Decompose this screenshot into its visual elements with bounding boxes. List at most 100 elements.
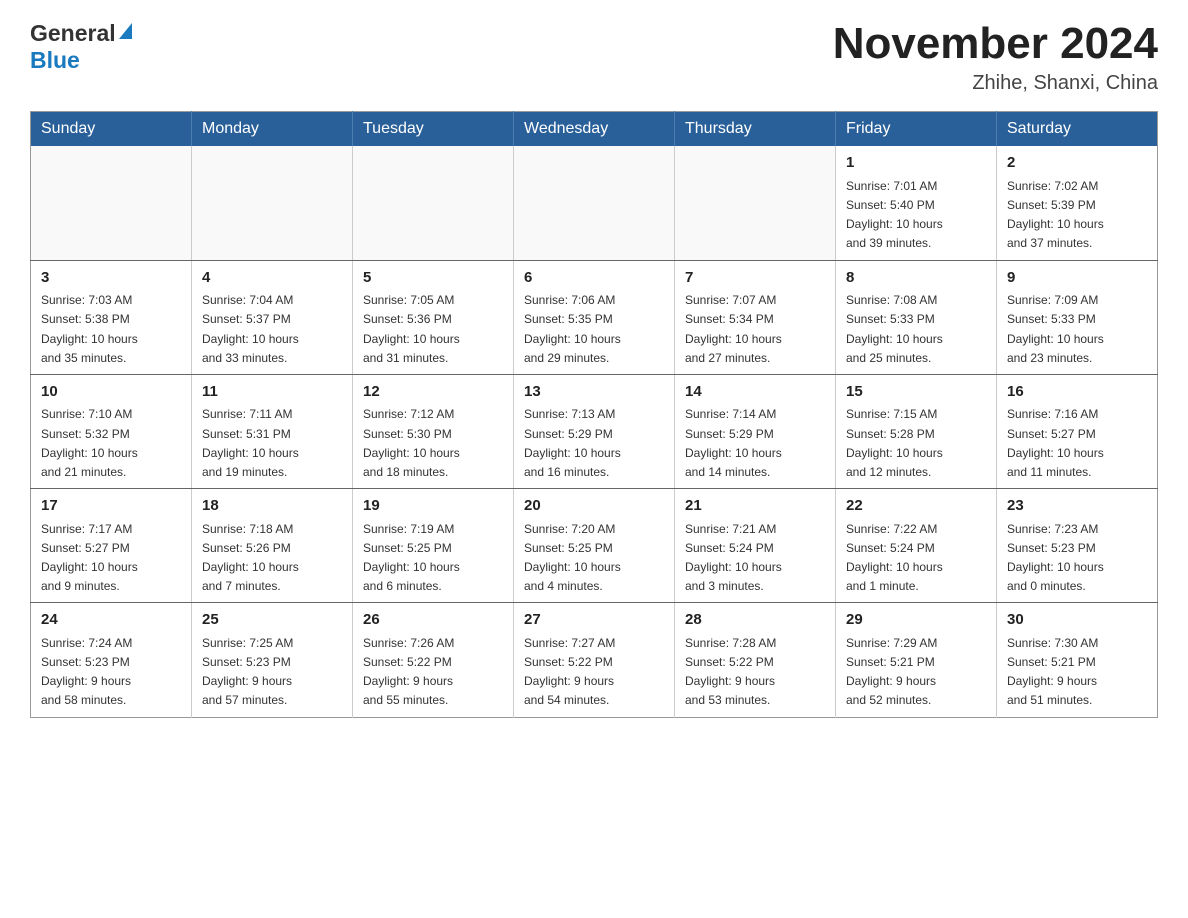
day-info: Sunrise: 7:09 AM Sunset: 5:33 PM Dayligh…: [1007, 291, 1147, 368]
day-number: 4: [202, 267, 342, 290]
day-info: Sunrise: 7:08 AM Sunset: 5:33 PM Dayligh…: [846, 291, 986, 368]
calendar-cell: [31, 146, 192, 260]
logo-blue-text: Blue: [30, 47, 80, 74]
day-number: 5: [363, 267, 503, 290]
day-number: 25: [202, 609, 342, 632]
day-info: Sunrise: 7:26 AM Sunset: 5:22 PM Dayligh…: [363, 634, 503, 711]
calendar-week-row: 10Sunrise: 7:10 AM Sunset: 5:32 PM Dayli…: [31, 374, 1158, 488]
calendar-cell: 27Sunrise: 7:27 AM Sunset: 5:22 PM Dayli…: [514, 603, 675, 717]
calendar-cell: 29Sunrise: 7:29 AM Sunset: 5:21 PM Dayli…: [836, 603, 997, 717]
day-number: 16: [1007, 381, 1147, 404]
logo-line1: General: [30, 20, 132, 47]
calendar-cell: 21Sunrise: 7:21 AM Sunset: 5:24 PM Dayli…: [675, 489, 836, 603]
day-info: Sunrise: 7:11 AM Sunset: 5:31 PM Dayligh…: [202, 405, 342, 482]
calendar-cell: 19Sunrise: 7:19 AM Sunset: 5:25 PM Dayli…: [353, 489, 514, 603]
calendar-cell: 18Sunrise: 7:18 AM Sunset: 5:26 PM Dayli…: [192, 489, 353, 603]
calendar-cell: 24Sunrise: 7:24 AM Sunset: 5:23 PM Dayli…: [31, 603, 192, 717]
calendar-cell: [192, 146, 353, 260]
calendar-cell: 5Sunrise: 7:05 AM Sunset: 5:36 PM Daylig…: [353, 260, 514, 374]
calendar-cell: 17Sunrise: 7:17 AM Sunset: 5:27 PM Dayli…: [31, 489, 192, 603]
calendar-cell: [514, 146, 675, 260]
weekday-header-sunday: Sunday: [31, 112, 192, 147]
calendar-cell: 20Sunrise: 7:20 AM Sunset: 5:25 PM Dayli…: [514, 489, 675, 603]
calendar-cell: 3Sunrise: 7:03 AM Sunset: 5:38 PM Daylig…: [31, 260, 192, 374]
weekday-header-saturday: Saturday: [997, 112, 1158, 147]
calendar-cell: 23Sunrise: 7:23 AM Sunset: 5:23 PM Dayli…: [997, 489, 1158, 603]
weekday-header-thursday: Thursday: [675, 112, 836, 147]
day-info: Sunrise: 7:01 AM Sunset: 5:40 PM Dayligh…: [846, 177, 986, 254]
day-number: 29: [846, 609, 986, 632]
day-number: 28: [685, 609, 825, 632]
day-info: Sunrise: 7:14 AM Sunset: 5:29 PM Dayligh…: [685, 405, 825, 482]
calendar-cell: 25Sunrise: 7:25 AM Sunset: 5:23 PM Dayli…: [192, 603, 353, 717]
calendar-cell: 15Sunrise: 7:15 AM Sunset: 5:28 PM Dayli…: [836, 374, 997, 488]
day-number: 8: [846, 267, 986, 290]
day-info: Sunrise: 7:25 AM Sunset: 5:23 PM Dayligh…: [202, 634, 342, 711]
day-number: 20: [524, 495, 664, 518]
day-number: 23: [1007, 495, 1147, 518]
calendar-cell: 14Sunrise: 7:14 AM Sunset: 5:29 PM Dayli…: [675, 374, 836, 488]
day-info: Sunrise: 7:24 AM Sunset: 5:23 PM Dayligh…: [41, 634, 181, 711]
day-number: 6: [524, 267, 664, 290]
calendar-header-row: SundayMondayTuesdayWednesdayThursdayFrid…: [31, 112, 1158, 147]
calendar-subtitle: Zhihe, Shanxi, China: [833, 72, 1158, 95]
day-number: 7: [685, 267, 825, 290]
day-number: 18: [202, 495, 342, 518]
day-info: Sunrise: 7:02 AM Sunset: 5:39 PM Dayligh…: [1007, 177, 1147, 254]
logo: General Blue: [30, 20, 132, 74]
weekday-header-friday: Friday: [836, 112, 997, 147]
day-number: 12: [363, 381, 503, 404]
calendar-cell: 7Sunrise: 7:07 AM Sunset: 5:34 PM Daylig…: [675, 260, 836, 374]
calendar-cell: 28Sunrise: 7:28 AM Sunset: 5:22 PM Dayli…: [675, 603, 836, 717]
day-number: 10: [41, 381, 181, 404]
weekday-header-wednesday: Wednesday: [514, 112, 675, 147]
day-number: 19: [363, 495, 503, 518]
day-number: 2: [1007, 152, 1147, 175]
calendar-week-row: 1Sunrise: 7:01 AM Sunset: 5:40 PM Daylig…: [31, 146, 1158, 260]
day-info: Sunrise: 7:13 AM Sunset: 5:29 PM Dayligh…: [524, 405, 664, 482]
day-number: 26: [363, 609, 503, 632]
day-info: Sunrise: 7:17 AM Sunset: 5:27 PM Dayligh…: [41, 520, 181, 597]
header-right: November 2024 Zhihe, Shanxi, China: [833, 20, 1158, 95]
calendar-cell: [353, 146, 514, 260]
day-number: 21: [685, 495, 825, 518]
day-number: 3: [41, 267, 181, 290]
day-info: Sunrise: 7:16 AM Sunset: 5:27 PM Dayligh…: [1007, 405, 1147, 482]
day-info: Sunrise: 7:18 AM Sunset: 5:26 PM Dayligh…: [202, 520, 342, 597]
day-info: Sunrise: 7:27 AM Sunset: 5:22 PM Dayligh…: [524, 634, 664, 711]
calendar-title: November 2024: [833, 20, 1158, 68]
calendar-table: SundayMondayTuesdayWednesdayThursdayFrid…: [30, 111, 1158, 717]
weekday-header-tuesday: Tuesday: [353, 112, 514, 147]
calendar-cell: 13Sunrise: 7:13 AM Sunset: 5:29 PM Dayli…: [514, 374, 675, 488]
calendar-week-row: 17Sunrise: 7:17 AM Sunset: 5:27 PM Dayli…: [31, 489, 1158, 603]
calendar-cell: 2Sunrise: 7:02 AM Sunset: 5:39 PM Daylig…: [997, 146, 1158, 260]
calendar-cell: 10Sunrise: 7:10 AM Sunset: 5:32 PM Dayli…: [31, 374, 192, 488]
day-number: 9: [1007, 267, 1147, 290]
day-number: 17: [41, 495, 181, 518]
day-info: Sunrise: 7:15 AM Sunset: 5:28 PM Dayligh…: [846, 405, 986, 482]
day-number: 1: [846, 152, 986, 175]
day-info: Sunrise: 7:10 AM Sunset: 5:32 PM Dayligh…: [41, 405, 181, 482]
page-header: General Blue November 2024 Zhihe, Shanxi…: [30, 20, 1158, 95]
day-info: Sunrise: 7:07 AM Sunset: 5:34 PM Dayligh…: [685, 291, 825, 368]
calendar-cell: 4Sunrise: 7:04 AM Sunset: 5:37 PM Daylig…: [192, 260, 353, 374]
calendar-cell: 26Sunrise: 7:26 AM Sunset: 5:22 PM Dayli…: [353, 603, 514, 717]
day-number: 22: [846, 495, 986, 518]
day-number: 27: [524, 609, 664, 632]
calendar-week-row: 3Sunrise: 7:03 AM Sunset: 5:38 PM Daylig…: [31, 260, 1158, 374]
calendar-cell: 8Sunrise: 7:08 AM Sunset: 5:33 PM Daylig…: [836, 260, 997, 374]
calendar-cell: 6Sunrise: 7:06 AM Sunset: 5:35 PM Daylig…: [514, 260, 675, 374]
day-info: Sunrise: 7:30 AM Sunset: 5:21 PM Dayligh…: [1007, 634, 1147, 711]
day-info: Sunrise: 7:28 AM Sunset: 5:22 PM Dayligh…: [685, 634, 825, 711]
day-info: Sunrise: 7:22 AM Sunset: 5:24 PM Dayligh…: [846, 520, 986, 597]
day-number: 13: [524, 381, 664, 404]
weekday-header-monday: Monday: [192, 112, 353, 147]
day-number: 30: [1007, 609, 1147, 632]
day-info: Sunrise: 7:29 AM Sunset: 5:21 PM Dayligh…: [846, 634, 986, 711]
calendar-cell: 12Sunrise: 7:12 AM Sunset: 5:30 PM Dayli…: [353, 374, 514, 488]
day-number: 15: [846, 381, 986, 404]
logo-general-text: General: [30, 20, 116, 47]
calendar-cell: 16Sunrise: 7:16 AM Sunset: 5:27 PM Dayli…: [997, 374, 1158, 488]
day-info: Sunrise: 7:05 AM Sunset: 5:36 PM Dayligh…: [363, 291, 503, 368]
day-info: Sunrise: 7:21 AM Sunset: 5:24 PM Dayligh…: [685, 520, 825, 597]
